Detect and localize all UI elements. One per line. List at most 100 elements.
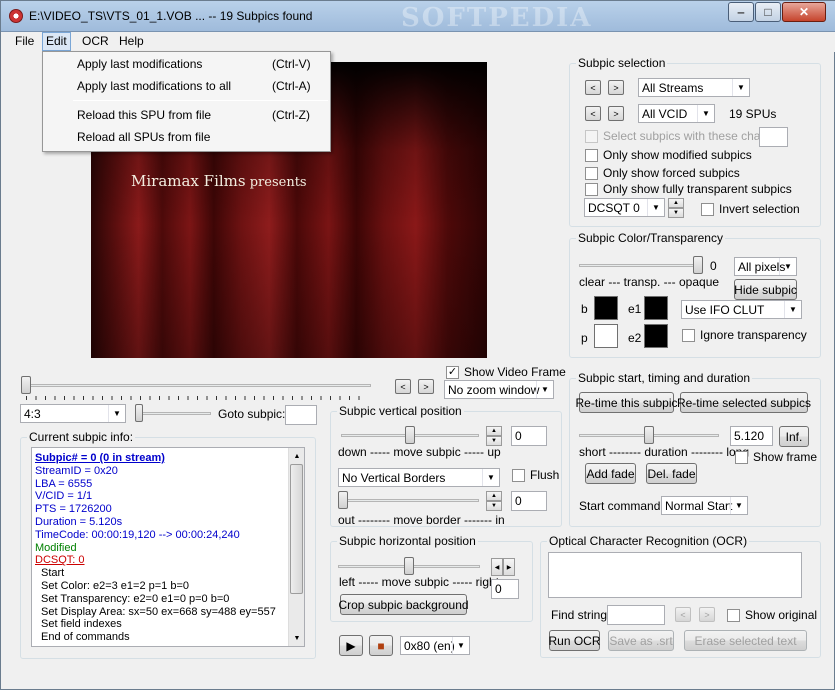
- color-p-swatch[interactable]: [594, 324, 618, 348]
- hide-subpic-button[interactable]: Hide subpic: [734, 279, 797, 300]
- close-button[interactable]: ✕: [782, 2, 826, 22]
- spin-down-icon[interactable]: ▼: [668, 208, 684, 218]
- only-modified-checkbox[interactable]: Only show modified subpics: [585, 148, 752, 162]
- show-frame-checkbox[interactable]: Show frame: [735, 450, 817, 464]
- dcsqt-select[interactable]: DCSQT 0 ▼: [584, 198, 665, 217]
- slider-thumb[interactable]: [338, 491, 348, 509]
- flush-checkbox[interactable]: Flush: [512, 468, 559, 482]
- horizontal-move-slider[interactable]: [338, 556, 480, 576]
- dcsqt-spinner[interactable]: ▲ ▼: [668, 198, 684, 218]
- slider-thumb[interactable]: [135, 404, 143, 422]
- add-fade-button[interactable]: Add fade: [585, 463, 636, 484]
- spin-left-icon[interactable]: ◀: [491, 558, 503, 576]
- start-command-select[interactable]: Normal Start ▼: [661, 496, 748, 515]
- scroll-thumb[interactable]: [290, 464, 303, 594]
- slider-thumb[interactable]: [405, 426, 415, 444]
- del-fade-button[interactable]: Del. fade: [646, 463, 697, 484]
- title-bar[interactable]: E:\VIDEO_TS\VTS_01_1.VOB ... -- 19 Subpi…: [1, 1, 835, 33]
- app-icon[interactable]: [9, 9, 23, 23]
- pixels-select[interactable]: All pixels ▼: [734, 257, 797, 276]
- only-forced-checkbox[interactable]: Only show forced subpics: [585, 166, 740, 180]
- menu-help[interactable]: Help: [116, 34, 147, 48]
- stream-next-button[interactable]: >: [608, 80, 624, 95]
- slider-thumb[interactable]: [644, 426, 654, 444]
- retime-selected-button[interactable]: Re-time selected subpics: [677, 392, 811, 413]
- current-info-text[interactable]: End of commands Set field indexes Set Disp…: [31, 447, 305, 647]
- scroll-down-icon[interactable]: ▼: [290, 631, 304, 645]
- stream-prev-button[interactable]: <: [585, 80, 601, 95]
- color-e1-swatch[interactable]: [644, 296, 668, 320]
- vcid-prev-button[interactable]: <: [585, 106, 601, 121]
- streams-select[interactable]: All Streams ▼: [638, 78, 750, 97]
- info-line: TimeCode: 00:00:19,120 --> 00:00:24,240: [35, 528, 240, 541]
- menu-ocr[interactable]: OCR: [79, 34, 112, 48]
- slider-thumb[interactable]: [693, 256, 703, 274]
- minimize-button[interactable]: ‒: [728, 2, 754, 22]
- ocr-text-area[interactable]: [548, 552, 802, 598]
- goto-slider[interactable]: [135, 403, 211, 423]
- opacity-slider[interactable]: [579, 255, 703, 275]
- retime-button[interactable]: Re-time this subpic: [575, 392, 678, 413]
- show-original-checkbox[interactable]: Show original: [727, 608, 817, 622]
- vertical-move-spinner[interactable]: ▲ ▼: [486, 426, 502, 446]
- spin-down-icon[interactable]: ▼: [486, 501, 502, 511]
- color-b-swatch[interactable]: [594, 296, 618, 320]
- menu-item-apply-all[interactable]: Apply last modifications to all (Ctrl-A): [43, 76, 330, 96]
- seek-prev-button[interactable]: <: [395, 379, 411, 394]
- menu-item-reload-all[interactable]: Reload all SPUs from file: [43, 127, 330, 147]
- horizontal-move-input[interactable]: 0: [491, 579, 519, 599]
- play-button[interactable]: ▶: [339, 635, 363, 656]
- seek-slider[interactable]: [21, 375, 371, 400]
- color-e2-label: e2: [628, 331, 642, 345]
- color-e2-swatch[interactable]: [644, 324, 668, 348]
- spin-up-icon[interactable]: ▲: [486, 426, 502, 436]
- info-scrollbar[interactable]: ▲ ▼: [288, 448, 304, 646]
- vertical-move-slider[interactable]: [341, 425, 479, 445]
- crop-background-button[interactable]: Crop subpic background: [338, 594, 469, 615]
- ignore-transparency-checkbox[interactable]: Ignore transparency: [682, 328, 807, 342]
- menu-item-reload-spu[interactable]: Reload this SPU from file (Ctrl-Z): [43, 105, 330, 125]
- audio-stream-select[interactable]: 0x80 (en) ▼: [400, 636, 470, 655]
- infinite-duration-button[interactable]: Inf.: [779, 426, 809, 447]
- info-line: LBA = 6555: [35, 477, 93, 490]
- vertical-borders-select[interactable]: No Vertical Borders ▼: [338, 468, 500, 487]
- menu-edit[interactable]: Edit: [42, 32, 71, 51]
- vcid-next-button[interactable]: >: [608, 106, 624, 121]
- seek-next-button[interactable]: >: [418, 379, 434, 394]
- duration-slider[interactable]: [579, 425, 719, 445]
- save-srt-button[interactable]: Save as .srt: [608, 630, 674, 651]
- show-video-frame-checkbox[interactable]: ✓ Show Video Frame: [446, 365, 566, 379]
- spin-up-icon[interactable]: ▲: [668, 198, 684, 208]
- vertical-border-slider[interactable]: [338, 490, 479, 510]
- only-transparent-checkbox[interactable]: Only show fully transparent subpics: [585, 182, 792, 196]
- menu-file[interactable]: File: [12, 34, 37, 48]
- find-next-button[interactable]: >: [699, 607, 715, 622]
- menu-item-apply[interactable]: Apply last modifications (Ctrl-V): [43, 54, 330, 74]
- goto-input[interactable]: [285, 405, 317, 425]
- find-string-input[interactable]: [607, 605, 665, 625]
- spin-right-icon[interactable]: ▶: [503, 558, 515, 576]
- duration-input[interactable]: 5.120: [730, 426, 773, 446]
- vcid-select[interactable]: All VCID ▼: [638, 104, 715, 123]
- scroll-up-icon[interactable]: ▲: [290, 449, 304, 463]
- checkbox-label: Only show modified subpics: [603, 148, 752, 162]
- find-prev-button[interactable]: <: [675, 607, 691, 622]
- vertical-border-spinner[interactable]: ▲ ▼: [486, 491, 502, 511]
- select-chars-input[interactable]: [759, 127, 788, 147]
- clut-select[interactable]: Use IFO CLUT ▼: [681, 300, 802, 319]
- select-chars-checkbox[interactable]: Select subpics with these chars: [585, 129, 770, 143]
- play-stop-button[interactable]: ■: [369, 635, 393, 656]
- vertical-border-input[interactable]: 0: [511, 491, 547, 511]
- spin-up-icon[interactable]: ▲: [486, 491, 502, 501]
- slider-thumb[interactable]: [21, 376, 31, 394]
- run-ocr-button[interactable]: Run OCR: [549, 630, 601, 651]
- group-legend: Subpic vertical position: [337, 404, 464, 418]
- zoom-select[interactable]: No zoom window ▼: [444, 380, 554, 399]
- slider-track: [338, 499, 479, 502]
- maximize-button[interactable]: □: [755, 2, 781, 22]
- erase-text-button[interactable]: Erase selected text: [684, 630, 807, 651]
- aspect-select[interactable]: 4:3 ▼: [20, 404, 126, 423]
- invert-selection-checkbox[interactable]: Invert selection: [701, 202, 800, 216]
- slider-thumb[interactable]: [404, 557, 414, 575]
- vertical-move-input[interactable]: 0: [511, 426, 547, 446]
